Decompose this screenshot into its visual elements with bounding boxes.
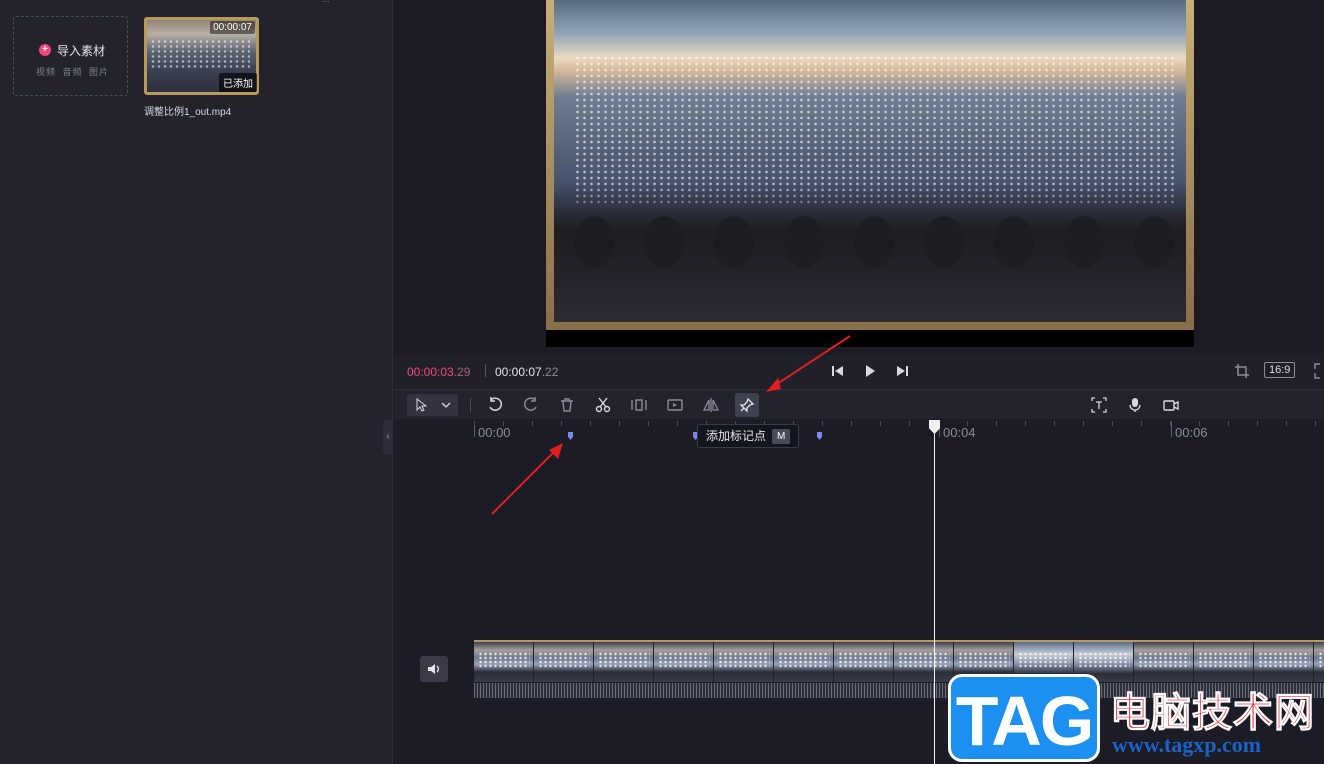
media-clip-thumbnail[interactable]: 00:00:07 已添加 — [144, 17, 259, 95]
mirror-icon[interactable] — [702, 396, 720, 414]
ruler-minor-tick — [1257, 421, 1258, 426]
ruler-major-tick — [1171, 421, 1172, 437]
time-separator — [485, 364, 486, 377]
add-marker-tooltip: 添加标记点 M — [697, 424, 800, 448]
skip-forward-icon[interactable] — [894, 363, 910, 379]
ruler-minor-tick — [677, 421, 678, 426]
ruler-minor-tick — [590, 421, 591, 426]
watermark-site-name: 电脑技术网 — [1110, 690, 1315, 737]
plus-icon: + — [39, 44, 51, 56]
ruler-minor-tick — [1199, 421, 1200, 426]
split-scissors-icon[interactable] — [594, 396, 612, 414]
current-time-main: 00:00:03 — [407, 365, 454, 379]
watermark-url: www.tagxp.com — [1112, 732, 1262, 757]
reverse-icon[interactable] — [666, 396, 684, 414]
aspect-ratio-button[interactable]: 16:9 — [1264, 362, 1296, 378]
playback-bar: 00:00:03.29 00:00:07.22 16:9 — [394, 355, 1324, 388]
ruler-minor-tick — [822, 421, 823, 426]
video-frame-thumbnail — [714, 642, 774, 682]
text-recognition-icon[interactable] — [1090, 396, 1108, 414]
collapse-panel-handle[interactable]: ‹ — [383, 420, 393, 454]
camera-record-icon[interactable] — [1162, 396, 1180, 414]
ruler-minor-tick — [880, 421, 881, 426]
add-marker-button[interactable] — [735, 393, 759, 417]
crowd-layer — [554, 182, 1186, 322]
edit-toolbar — [394, 389, 1324, 419]
video-frame-image — [546, 0, 1194, 330]
ruler-minor-tick — [474, 421, 475, 426]
ruler-label: 00:06 — [1175, 425, 1208, 440]
tooltip-shortcut: M — [772, 429, 791, 445]
media-panel: ... + 导入素材 视频 音频 图片 00:00:07 已添加 调整比例1_o… — [0, 0, 393, 764]
ruler-minor-tick — [1315, 421, 1316, 426]
select-tool-dropdown[interactable] — [407, 394, 458, 416]
timeline-ruler[interactable]: 00:00 00:04 00:06 — [394, 419, 1324, 443]
ruler-minor-tick — [1286, 421, 1287, 426]
ruler-minor-tick — [1083, 421, 1084, 426]
tooltip-label: 添加标记点 — [706, 429, 767, 443]
ruler-minor-tick — [1141, 421, 1142, 426]
ruler-minor-tick — [1170, 421, 1171, 426]
skip-back-icon[interactable] — [830, 363, 846, 379]
chevron-down-icon — [441, 402, 451, 408]
clip-added-badge: 已添加 — [219, 73, 257, 92]
current-time: 00:00:03.29 — [407, 365, 470, 379]
ruler-minor-tick — [648, 421, 649, 426]
toolbar-divider — [470, 398, 471, 412]
ruler-minor-tick — [619, 421, 620, 426]
ruler-minor-tick — [1228, 421, 1229, 426]
timeline-marker[interactable] — [817, 432, 822, 440]
video-frame-thumbnail — [534, 642, 594, 682]
watermark-tag-text: TAG — [955, 682, 1095, 760]
import-label: 导入素材 — [57, 44, 106, 58]
playhead-line[interactable] — [934, 427, 935, 764]
delete-icon[interactable] — [558, 396, 576, 414]
ruler-minor-tick — [532, 421, 533, 426]
microphone-icon[interactable] — [1126, 396, 1144, 414]
pin-marker-icon — [739, 397, 755, 413]
undo-icon[interactable] — [486, 396, 504, 414]
video-frame-thumbnail — [834, 642, 894, 682]
ruler-label: 00:04 — [943, 425, 976, 440]
track-volume-button[interactable] — [420, 656, 448, 682]
total-time: 00:00:07.22 — [495, 365, 558, 379]
panel-top-text: ... — [322, 0, 330, 4]
clip-duration: 00:00:07 — [210, 21, 255, 34]
video-frame-thumbnail — [654, 642, 714, 682]
import-sub-label: 视频 音频 图片 — [36, 67, 110, 77]
ruler-minor-tick — [1054, 421, 1055, 426]
video-frame-thumbnail — [594, 642, 654, 682]
preview-area — [394, 0, 1324, 355]
import-media-button[interactable]: + 导入素材 视频 音频 图片 — [13, 16, 128, 96]
ruler-minor-tick — [967, 421, 968, 426]
video-preview — [546, 0, 1194, 347]
speaker-icon — [428, 664, 439, 674]
crop-icon[interactable] — [1234, 363, 1250, 379]
ruler-label: 00:00 — [478, 425, 511, 440]
video-frame-thumbnail — [474, 642, 534, 682]
watermark-tag-logo: TAG — [948, 674, 1100, 762]
clip-file-name: 调整比例1_out.mp4 — [144, 107, 232, 118]
ruler-minor-tick — [561, 421, 562, 426]
ruler-minor-tick — [1025, 421, 1026, 426]
ruler-minor-tick — [503, 421, 504, 426]
total-time-main: 00:00:07 — [495, 365, 542, 379]
ruler-minor-tick — [996, 421, 997, 426]
site-watermark: TAG 电脑技术网 www.tagxp.com — [948, 672, 1324, 764]
video-frame-thumbnail — [894, 642, 954, 682]
timeline-marker[interactable] — [568, 432, 573, 440]
freeze-frame-icon[interactable] — [630, 396, 648, 414]
ruler-minor-tick — [1112, 421, 1113, 426]
play-icon[interactable] — [862, 363, 878, 379]
ruler-minor-tick — [909, 421, 910, 426]
fullscreen-icon[interactable] — [1314, 363, 1324, 379]
ruler-minor-tick — [851, 421, 852, 426]
total-time-frac: .22 — [541, 365, 559, 379]
cursor-icon — [416, 398, 427, 412]
redo-icon[interactable] — [522, 396, 540, 414]
video-frame-thumbnail — [774, 642, 834, 682]
current-time-frac: .29 — [453, 365, 471, 379]
